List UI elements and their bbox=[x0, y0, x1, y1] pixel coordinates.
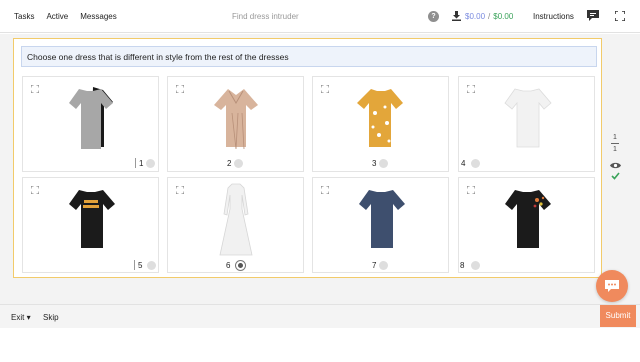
option-2[interactable]: 2 bbox=[227, 157, 244, 169]
bottom-bar: Exit ▾ Skip bbox=[0, 304, 640, 328]
option-6[interactable]: 6 bbox=[226, 259, 246, 271]
message-icon[interactable] bbox=[587, 10, 599, 21]
dress-image-7 bbox=[313, 178, 448, 260]
option-label: 7 bbox=[372, 260, 377, 270]
fullscreen-icon[interactable] bbox=[615, 11, 625, 21]
page-counter: 1 1 bbox=[609, 133, 621, 154]
earnings-pending: $0.00 bbox=[465, 11, 486, 21]
radio-button[interactable] bbox=[234, 158, 244, 168]
earnings-separator: / bbox=[488, 11, 491, 21]
nav-tasks[interactable]: Tasks bbox=[14, 12, 34, 21]
option-8[interactable]: 8 bbox=[460, 259, 481, 271]
radio-button[interactable] bbox=[146, 158, 156, 168]
task-title: Find dress intruder bbox=[232, 12, 299, 21]
dress-image-6 bbox=[168, 178, 303, 260]
dress-grey-tshirt bbox=[68, 87, 113, 149]
option-3[interactable]: 3 bbox=[372, 157, 389, 169]
dress-black-embroidered bbox=[504, 190, 551, 248]
option-7[interactable]: 7 bbox=[372, 259, 389, 271]
dress-navy-tshirt bbox=[358, 190, 405, 248]
divider bbox=[134, 260, 135, 270]
dress-black-graphic bbox=[68, 190, 115, 248]
option-4[interactable]: 4 bbox=[461, 157, 481, 169]
download-icon bbox=[452, 11, 461, 21]
option-label: 5 bbox=[138, 260, 143, 270]
option-label: 4 bbox=[461, 158, 466, 168]
exit-button[interactable]: Exit ▾ bbox=[11, 313, 31, 322]
nav-active[interactable]: Active bbox=[46, 12, 68, 21]
page-current: 1 bbox=[613, 134, 617, 141]
earnings: $0.00 / $0.00 bbox=[452, 11, 513, 21]
dress-image-3 bbox=[313, 77, 448, 159]
option-label: 3 bbox=[372, 158, 377, 168]
check-icon bbox=[611, 172, 620, 180]
option-label: 6 bbox=[226, 260, 231, 270]
option-label: 8 bbox=[460, 260, 465, 270]
help-icon[interactable]: ? bbox=[428, 11, 439, 22]
dress-mustard-floral bbox=[356, 89, 403, 147]
submit-button[interactable]: Submit bbox=[600, 305, 636, 327]
chat-icon bbox=[605, 280, 619, 292]
radio-button[interactable] bbox=[147, 260, 157, 270]
eye-icon[interactable] bbox=[610, 162, 621, 169]
task-prompt: Choose one dress that is different in st… bbox=[21, 46, 597, 67]
radio-button[interactable] bbox=[471, 260, 481, 270]
radio-button-selected[interactable] bbox=[236, 260, 246, 270]
chat-button[interactable] bbox=[596, 270, 628, 302]
option-label: 1 bbox=[139, 158, 144, 168]
dress-white-tshirt bbox=[503, 88, 552, 148]
earnings-approved: $0.00 bbox=[493, 11, 514, 21]
radio-button[interactable] bbox=[471, 158, 481, 168]
dress-image-4 bbox=[459, 77, 594, 159]
dress-image-1 bbox=[23, 77, 158, 159]
exit-label: Exit bbox=[11, 313, 25, 322]
option-label: 2 bbox=[227, 158, 232, 168]
divider bbox=[135, 158, 136, 168]
chevron-down-icon: ▾ bbox=[26, 313, 31, 322]
dress-white-maxi bbox=[219, 183, 252, 256]
radio-button[interactable] bbox=[379, 260, 389, 270]
dress-image-8 bbox=[459, 178, 594, 260]
option-5[interactable]: 5 bbox=[134, 259, 157, 271]
radio-button[interactable] bbox=[379, 158, 389, 168]
fraction-bar bbox=[611, 143, 619, 144]
dress-image-5 bbox=[23, 178, 158, 260]
dress-beige-wrap bbox=[213, 89, 258, 150]
dress-image-2 bbox=[168, 77, 303, 159]
skip-button[interactable]: Skip bbox=[43, 313, 59, 322]
instructions-button[interactable]: Instructions bbox=[533, 12, 574, 21]
option-1[interactable]: 1 bbox=[135, 157, 156, 169]
nav-messages[interactable]: Messages bbox=[80, 12, 116, 21]
page-total: 1 bbox=[613, 146, 617, 153]
